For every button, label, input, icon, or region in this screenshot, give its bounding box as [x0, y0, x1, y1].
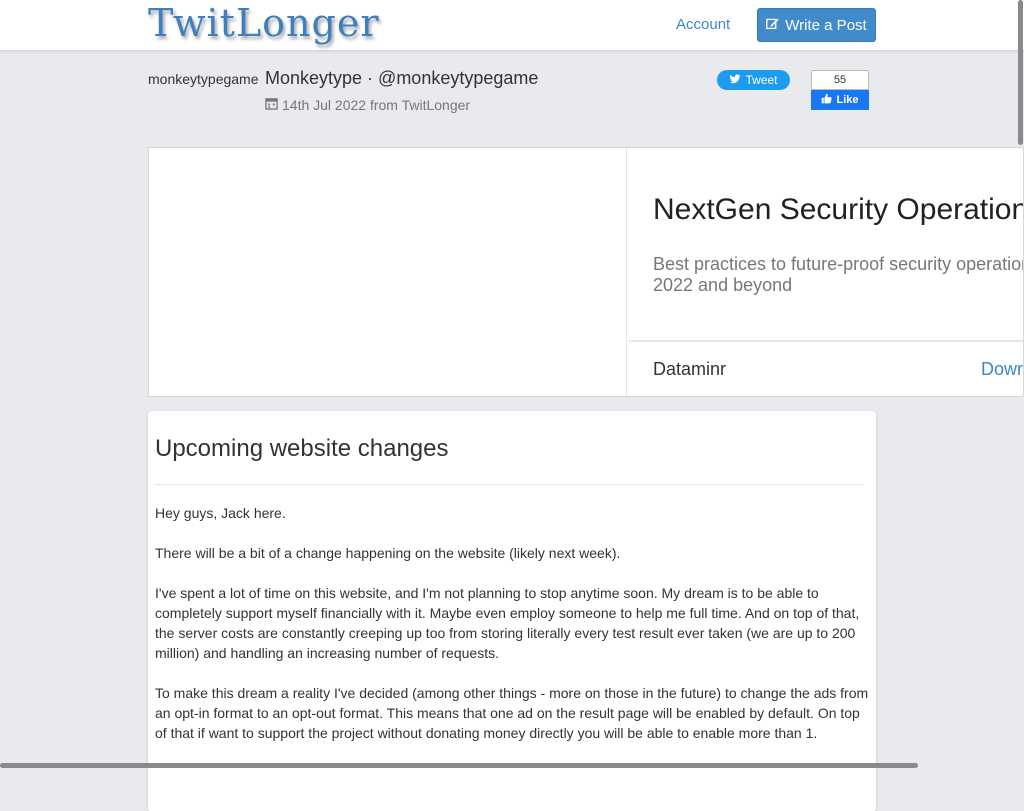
post-date: 14th Jul 2022 from TwitLonger — [282, 97, 471, 113]
post-paragraph: To make this dream a reality I've decide… — [155, 685, 869, 741]
account-link[interactable]: Account — [676, 16, 730, 33]
author-display-name[interactable]: Monkeytype · @monkeytypegame — [265, 68, 538, 89]
vertical-scrollbar[interactable] — [1018, 0, 1023, 145]
post-meta: 14th Jul 2022 from TwitLonger — [265, 97, 470, 113]
ad-brand: Dataminr — [653, 359, 727, 379]
ad-divider — [629, 340, 1023, 342]
ad-description: Best practices to future-proof security … — [653, 254, 1024, 295]
post-title: Upcoming website changes — [155, 435, 449, 462]
ad-image-area — [149, 148, 627, 396]
post-body: Hey guys, Jack here. There will be a bit… — [155, 503, 870, 763]
edit-icon — [766, 17, 779, 34]
tweet-button[interactable]: Tweet — [717, 70, 790, 90]
write-post-label: Write a Post — [785, 16, 867, 34]
post-paragraph: Hey guys, Jack here. — [155, 505, 286, 521]
tweet-label: Tweet — [745, 73, 778, 87]
twitter-bird-icon — [729, 73, 741, 88]
thumbs-up-icon — [821, 93, 833, 107]
author-handle[interactable]: monkeytypegame — [148, 71, 259, 87]
ad-title[interactable]: NextGen Security Operation — [653, 193, 1023, 227]
facebook-like-label: Like — [836, 94, 859, 106]
post-paragraph: There will be a bit of a change happenin… — [155, 545, 621, 561]
horizontal-scrollbar[interactable] — [0, 763, 918, 768]
site-logo[interactable]: TwitLonger — [148, 1, 380, 45]
write-post-button[interactable]: Write a Post — [757, 8, 876, 42]
ad-cta-link[interactable]: Down — [981, 359, 1023, 380]
calendar-icon — [265, 97, 278, 113]
facebook-like-button[interactable]: Like — [811, 90, 869, 110]
facebook-like-widget: 55 Like — [811, 70, 869, 110]
post-divider — [155, 484, 864, 485]
facebook-like-count: 55 — [811, 70, 869, 90]
post-paragraph: I've spent a lot of time on this website… — [155, 585, 860, 661]
top-navbar: TwitLonger Account Write a Post — [0, 0, 1024, 51]
post-card: Upcoming website changes Hey guys, Jack … — [148, 411, 876, 811]
advertisement-banner[interactable]: NextGen Security Operation Best practice… — [148, 147, 1024, 397]
